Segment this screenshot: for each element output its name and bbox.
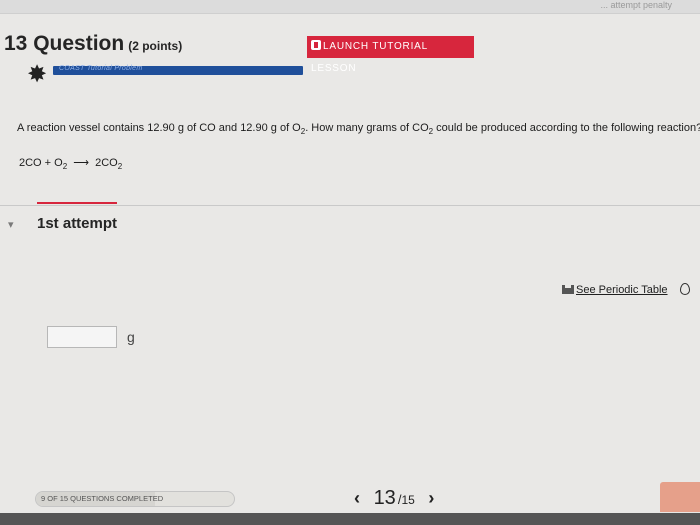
attempt-heading[interactable]: 1st attempt: [37, 215, 117, 232]
question-header: 13 Question (2 points) LAUNCH TUTORIAL LE…: [0, 24, 700, 88]
accent-rule: [37, 202, 117, 204]
progress-label: COAST Tutorial Problem: [59, 65, 143, 72]
launch-tutorial-button[interactable]: LAUNCH TUTORIAL LESSON: [307, 36, 474, 74]
attempt-penalty-text: ... attempt penalty: [600, 0, 672, 10]
questions-completed-bar: 9 OF 15 QUESTIONS COMPLETED: [35, 491, 235, 507]
tutorial-progress-bar: COAST Tutorial Problem: [53, 65, 303, 75]
answer-input[interactable]: [47, 326, 117, 348]
question-text: A reaction vessel contains 12.90 g of CO…: [17, 122, 700, 137]
total-questions: 15: [401, 493, 415, 507]
hint-bulb-icon[interactable]: [680, 283, 690, 295]
periodic-table-icon: [562, 285, 574, 294]
chevron-down-icon[interactable]: ▾: [8, 218, 14, 231]
question-points: (2 points): [128, 39, 183, 53]
tutorial-icon: [311, 40, 321, 50]
question-title: 13 Question (2 points): [4, 32, 182, 56]
reaction-equation: 2CO + O2 ⟶ 2CO2: [19, 157, 123, 172]
submit-button[interactable]: [660, 482, 700, 512]
top-strip: ... attempt penalty: [0, 0, 700, 14]
launch-tutorial-label: LAUNCH TUTORIAL LESSON: [311, 41, 428, 74]
reaction-arrow-icon: ⟶: [73, 157, 90, 169]
section-divider: [0, 205, 700, 206]
answer-unit: g: [127, 329, 135, 345]
gear-icon: ✸: [26, 61, 48, 88]
question-pager: ‹ 13/15 ›: [354, 487, 435, 509]
next-question-button[interactable]: ›: [428, 488, 434, 509]
see-periodic-table-link[interactable]: See Periodic Table: [562, 284, 668, 296]
previous-question-button[interactable]: ‹: [354, 488, 360, 509]
question-number: 13 Question: [4, 32, 125, 55]
screen-bottom-edge: [0, 513, 700, 525]
questions-completed-label: 9 OF 15 QUESTIONS COMPLETED: [41, 494, 164, 503]
current-question-number: 13: [373, 487, 396, 509]
